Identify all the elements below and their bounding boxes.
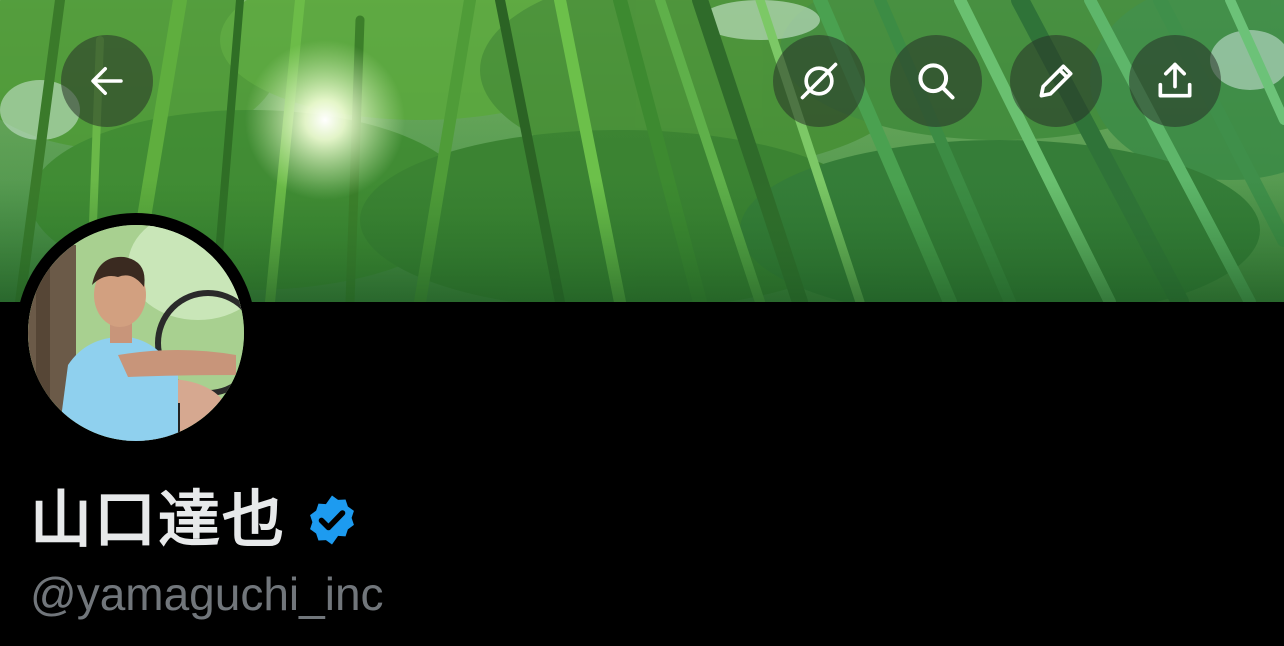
back-button[interactable] xyxy=(61,35,153,127)
profile-screen: 山口達也 @yamaguchi_inc xyxy=(0,0,1284,646)
grok-button[interactable] xyxy=(773,35,865,127)
grok-icon xyxy=(800,62,838,100)
pencil-icon xyxy=(1039,64,1073,98)
display-name: 山口達也 xyxy=(30,483,287,556)
arrow-left-icon xyxy=(91,67,123,95)
avatar-photo xyxy=(28,225,244,441)
avatar-image xyxy=(28,225,244,441)
avatar[interactable] xyxy=(16,213,256,453)
share-icon xyxy=(1158,62,1192,98)
search-icon xyxy=(918,63,955,100)
search-button[interactable] xyxy=(890,35,982,127)
edit-button[interactable] xyxy=(1010,35,1102,127)
verified-badge-icon[interactable] xyxy=(304,492,360,548)
profile-handle: @yamaguchi_inc xyxy=(30,568,384,620)
share-button[interactable] xyxy=(1129,35,1221,127)
profile-name-row: 山口達也 xyxy=(30,480,360,560)
